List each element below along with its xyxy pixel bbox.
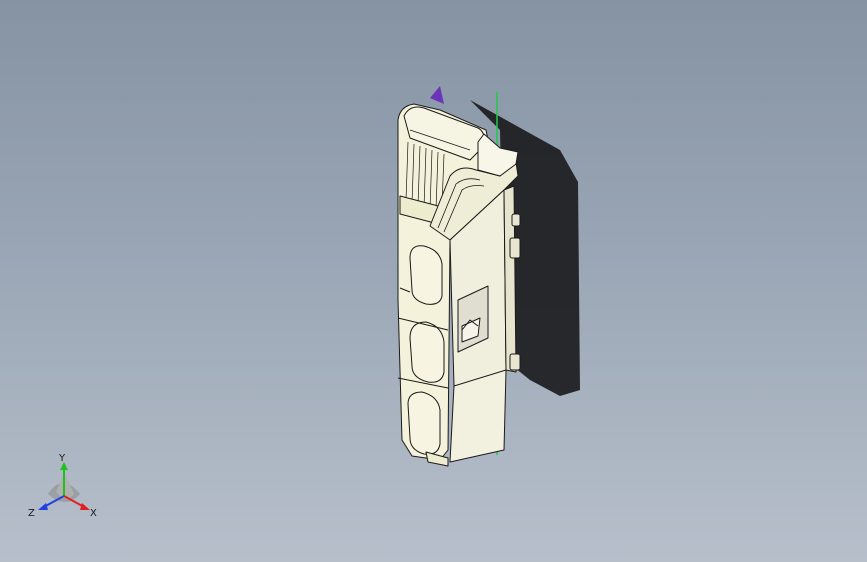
sketch-origin-marker bbox=[430, 86, 444, 104]
coordinate-triad[interactable]: Y X Z bbox=[28, 453, 97, 519]
triad-y-label: Y bbox=[58, 453, 66, 464]
bump-middle[interactable] bbox=[409, 321, 445, 383]
side-clip-mid[interactable] bbox=[509, 237, 521, 259]
triad-x-label: X bbox=[90, 508, 97, 519]
bump-upper[interactable] bbox=[409, 245, 443, 305]
part-model[interactable] bbox=[397, 103, 521, 467]
side-clip-upper[interactable] bbox=[511, 213, 521, 227]
side-clip-lower[interactable] bbox=[509, 353, 521, 371]
triad-z-label: Z bbox=[28, 508, 35, 519]
3d-model-viewport[interactable]: Y X Z bbox=[0, 0, 867, 562]
bump-lower[interactable] bbox=[407, 391, 441, 455]
